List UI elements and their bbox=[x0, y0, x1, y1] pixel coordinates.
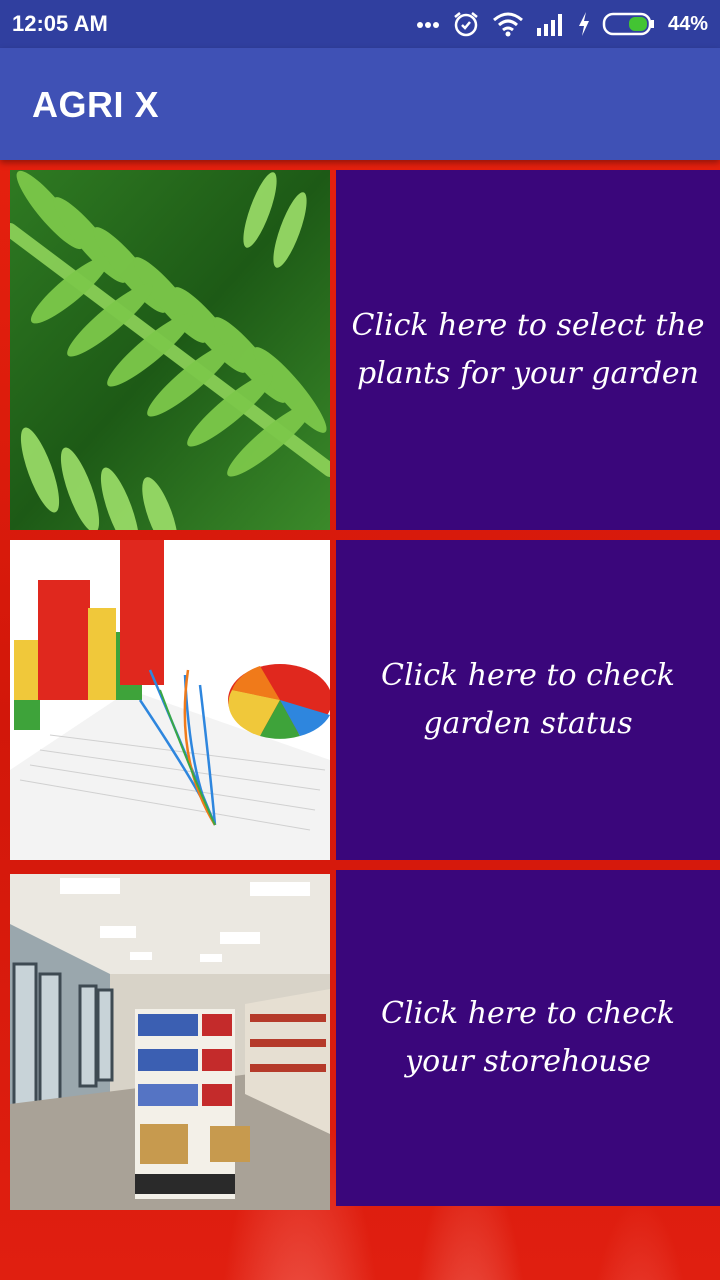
store-shelves-image[interactable] bbox=[10, 874, 330, 1210]
charts-graphs-image[interactable] bbox=[10, 540, 330, 860]
garden-status-label: Click here to check garden status bbox=[381, 658, 675, 741]
more-dots-icon bbox=[416, 22, 439, 28]
app-bar: AGRI X bbox=[0, 48, 720, 160]
storehouse-button[interactable]: Click here to check your storehouse bbox=[336, 870, 720, 1206]
app-title: AGRI X bbox=[32, 84, 160, 125]
battery-percent: 44% bbox=[667, 12, 708, 35]
alarm-icon bbox=[454, 12, 478, 37]
wifi-icon bbox=[492, 12, 523, 37]
charging-icon bbox=[578, 12, 589, 36]
battery-icon bbox=[602, 12, 654, 36]
status-time: 12:05 AM bbox=[12, 11, 108, 36]
fern-leaves-image[interactable] bbox=[10, 170, 330, 530]
signal-icon bbox=[536, 14, 562, 36]
select-plants-label: Click here to select the plants for your… bbox=[351, 308, 705, 391]
storehouse-label: Click here to check your storehouse bbox=[381, 996, 675, 1079]
status-bar: 12:05 AM 44% bbox=[0, 0, 720, 48]
status-icons: 44% bbox=[416, 8, 708, 40]
select-plants-button[interactable]: Click here to select the plants for your… bbox=[336, 170, 720, 530]
garden-status-button[interactable]: Click here to check garden status bbox=[336, 540, 720, 860]
